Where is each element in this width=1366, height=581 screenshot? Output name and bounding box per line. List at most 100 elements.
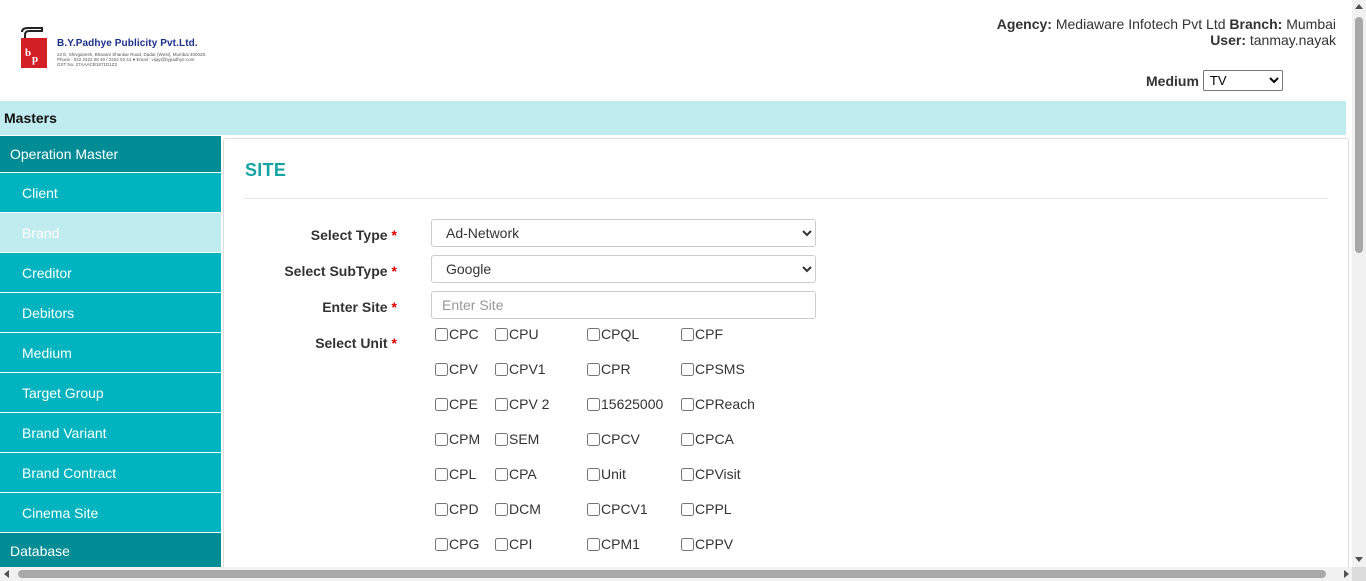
unit-checkbox[interactable] — [681, 537, 694, 551]
select-unit-label: Select Unit * — [315, 335, 397, 351]
unit-option[interactable]: CPV 2 — [495, 396, 549, 412]
required-marker: * — [391, 335, 397, 351]
sidebar-item-creditor[interactable]: Creditor — [0, 252, 221, 292]
unit-option[interactable]: CPD — [435, 501, 479, 517]
sidebar-item-target-group[interactable]: Target Group — [0, 372, 221, 412]
sidebar-section-database[interactable]: Database — [0, 532, 221, 568]
sidebar-section-operation-master[interactable]: Operation Master — [0, 136, 221, 172]
enter-site-input[interactable] — [431, 291, 816, 319]
unit-label: CPCA — [695, 431, 734, 447]
unit-option[interactable]: CPReach — [681, 396, 755, 412]
unit-checkbox[interactable] — [587, 397, 600, 411]
sidebar-item-brand-contract[interactable]: Brand Contract — [0, 452, 221, 492]
sidebar-item-brand-variant[interactable]: Brand Variant — [0, 412, 221, 452]
unit-checkbox[interactable] — [681, 432, 694, 446]
unit-option[interactable]: CPV — [435, 361, 478, 377]
unit-checkbox[interactable] — [681, 502, 694, 516]
unit-checkbox[interactable] — [435, 467, 448, 481]
sidebar-item-client[interactable]: Client — [0, 172, 221, 212]
scroll-right-arrow-icon[interactable] — [1344, 570, 1349, 578]
horizontal-scrollbar[interactable] — [0, 567, 1366, 581]
unit-option[interactable]: CPR — [587, 361, 631, 377]
unit-checkbox[interactable] — [495, 537, 508, 551]
unit-option[interactable]: CPA — [495, 466, 537, 482]
vertical-scroll-thumb[interactable] — [1355, 17, 1363, 253]
site-form-panel: SITE Select Type * Ad-Network Select SubT… — [223, 138, 1349, 578]
unit-option[interactable]: CPL — [435, 466, 476, 482]
unit-checkbox[interactable] — [587, 502, 600, 516]
unit-label: CPL — [449, 466, 477, 482]
unit-checkbox[interactable] — [435, 362, 448, 376]
agency-info: Agency: Mediaware Infotech Pvt Ltd Branc… — [997, 16, 1336, 48]
unit-checkbox[interactable] — [495, 327, 508, 341]
unit-option[interactable]: CPE — [435, 396, 478, 412]
unit-checkbox[interactable] — [435, 537, 448, 551]
unit-option[interactable]: 15625000 — [587, 396, 663, 412]
unit-label: CPCV — [601, 431, 640, 447]
unit-option[interactable]: CPCV1 — [587, 501, 648, 517]
unit-option[interactable]: CPPV — [681, 536, 733, 552]
horizontal-scroll-thumb[interactable] — [18, 570, 1326, 578]
unit-checkbox[interactable] — [435, 327, 448, 341]
unit-checkbox[interactable] — [435, 397, 448, 411]
medium-select[interactable]: TV — [1202, 70, 1283, 91]
unit-checkbox[interactable] — [587, 327, 600, 341]
unit-checkbox[interactable] — [495, 362, 508, 376]
vertical-scrollbar[interactable] — [1352, 0, 1366, 567]
sidebar-item-medium[interactable]: Medium — [0, 332, 221, 372]
unit-option[interactable]: CPPL — [681, 501, 732, 517]
unit-checkbox[interactable] — [587, 432, 600, 446]
sidebar: Operation Master Client Brand Creditor D… — [0, 136, 221, 568]
unit-label: CPA — [509, 466, 537, 482]
scroll-left-arrow-icon[interactable] — [4, 570, 9, 578]
unit-checkbox[interactable] — [587, 362, 600, 376]
company-logo: b p B.Y.Padhye Publicity Pvt.Ltd. 22 E, … — [16, 22, 216, 72]
unit-label: CPC — [449, 326, 479, 342]
header: b p B.Y.Padhye Publicity Pvt.Ltd. 22 E, … — [0, 0, 1352, 101]
select-unit-label-text: Select Unit — [315, 335, 388, 351]
unit-option[interactable]: CPQL — [587, 326, 639, 342]
unit-checkbox[interactable] — [681, 327, 694, 341]
unit-option[interactable]: CPSMS — [681, 361, 745, 377]
sidebar-item-cinema-site[interactable]: Cinema Site — [0, 492, 221, 532]
unit-option[interactable]: Unit — [587, 466, 626, 482]
unit-option[interactable]: CPM — [435, 431, 480, 447]
select-subtype-dropdown[interactable]: Google — [431, 255, 816, 283]
sidebar-item-brand[interactable]: Brand — [0, 212, 221, 252]
unit-checkbox[interactable] — [681, 397, 694, 411]
unit-option[interactable]: CPF — [681, 326, 723, 342]
unit-option[interactable]: CPCA — [681, 431, 734, 447]
unit-option[interactable]: CPU — [495, 326, 539, 342]
sidebar-item-debitors[interactable]: Debitors — [0, 292, 221, 332]
unit-checkbox[interactable] — [495, 502, 508, 516]
select-type-dropdown[interactable]: Ad-Network — [431, 219, 816, 247]
required-marker: * — [391, 299, 397, 315]
scroll-down-arrow-icon[interactable] — [1355, 557, 1363, 562]
unit-checkbox[interactable] — [587, 467, 600, 481]
unit-option[interactable]: CPG — [435, 536, 479, 552]
unit-checkbox[interactable] — [495, 432, 508, 446]
enter-site-label: Enter Site * — [322, 299, 397, 315]
unit-option[interactable]: DCM — [495, 501, 541, 517]
masters-bar[interactable]: Masters — [0, 101, 1346, 135]
svg-text:b: b — [25, 47, 31, 59]
unit-checkbox[interactable] — [435, 432, 448, 446]
unit-label: SEM — [509, 431, 540, 447]
unit-option[interactable]: CPC — [435, 326, 479, 342]
unit-option[interactable]: CPM1 — [587, 536, 640, 552]
logo-mark-icon: b p — [21, 27, 47, 68]
unit-option[interactable]: CPI — [495, 536, 532, 552]
unit-checkbox[interactable] — [681, 362, 694, 376]
unit-checkbox[interactable] — [435, 502, 448, 516]
unit-option[interactable]: SEM — [495, 431, 539, 447]
unit-option[interactable]: CPV1 — [495, 361, 546, 377]
required-marker: * — [391, 227, 397, 243]
unit-checkbox[interactable] — [587, 537, 600, 551]
unit-label: CPPV — [695, 536, 734, 552]
scroll-up-arrow-icon[interactable] — [1355, 4, 1363, 9]
unit-option[interactable]: CPCV — [587, 431, 640, 447]
unit-checkbox[interactable] — [495, 397, 508, 411]
unit-option[interactable]: CPVisit — [681, 466, 741, 482]
unit-checkbox[interactable] — [495, 467, 508, 481]
unit-checkbox[interactable] — [681, 467, 694, 481]
